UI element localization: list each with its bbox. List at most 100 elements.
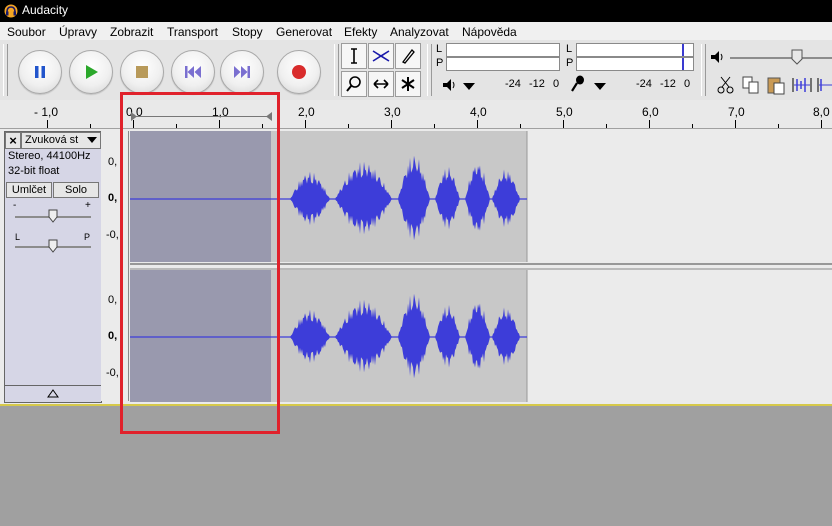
- menu-zobrazit[interactable]: Zobrazit: [110, 25, 153, 39]
- chevron-down-icon: [87, 137, 97, 143]
- play-meter-right[interactable]: [446, 57, 560, 71]
- ruler-tick: [477, 120, 478, 128]
- ruler-tick: [305, 120, 306, 128]
- rec-meter-right-label: P: [566, 57, 574, 69]
- menu-soubor[interactable]: Soubor: [7, 25, 46, 39]
- track-format-rate: Stereo, 44100Hz: [8, 150, 91, 162]
- play-meter-left[interactable]: [446, 43, 560, 57]
- mute-button[interactable]: Umlčet: [6, 182, 52, 198]
- skip-to-end-button[interactable]: [220, 50, 264, 94]
- divider: [5, 385, 101, 386]
- zoom-tool[interactable]: [341, 71, 367, 97]
- clip-marker: [682, 44, 684, 56]
- collapse-track-icon[interactable]: [47, 389, 59, 398]
- ruler-label: 2,0: [298, 105, 315, 119]
- menu-stopy[interactable]: Stopy: [232, 25, 263, 39]
- toolbar-grip[interactable]: [427, 44, 432, 96]
- scale-label: 0,: [108, 330, 118, 342]
- draw-tool[interactable]: [395, 43, 421, 69]
- ruler-label: 6,0: [642, 105, 659, 119]
- audacity-logo-icon: [4, 4, 18, 18]
- paste-icon[interactable]: [766, 75, 786, 95]
- track-name: Zvuková st: [25, 134, 79, 146]
- multi-tool[interactable]: [395, 71, 421, 97]
- track-name-menu[interactable]: Zvuková st: [21, 132, 101, 149]
- ruler-label: 8,0: [813, 105, 830, 119]
- pencil-icon: [402, 49, 415, 64]
- output-volume-slider[interactable]: [730, 57, 832, 59]
- play-scale-label: -12: [529, 78, 545, 90]
- rec-meter-left[interactable]: [576, 43, 694, 57]
- rec-meter-right[interactable]: [576, 57, 694, 71]
- ruler-label: - 1,0: [34, 105, 59, 119]
- toolbar-grip[interactable]: [3, 44, 8, 96]
- scale-label: -0,: [106, 229, 119, 241]
- gain-minus-label: -: [13, 200, 17, 211]
- selection-tool[interactable]: [341, 43, 367, 69]
- menu-upravy[interactable]: Úpravy: [59, 25, 97, 39]
- output-volume-icon: [711, 51, 723, 63]
- scale-label: 0,: [108, 192, 118, 204]
- skip-to-start-icon: [185, 66, 201, 78]
- pan-thumb-icon[interactable]: [48, 239, 58, 253]
- play-scale-label: 0: [553, 78, 560, 90]
- copy-icon[interactable]: [741, 75, 761, 95]
- rec-meter-dropdown-icon[interactable]: [594, 83, 606, 91]
- play-button[interactable]: [69, 50, 113, 94]
- pan-right-label: P: [84, 232, 91, 242]
- ruler-tick: [563, 120, 564, 128]
- ruler-label: 7,0: [728, 105, 745, 119]
- microphone-icon[interactable]: [570, 75, 586, 93]
- i-beam-icon: [351, 48, 357, 64]
- rec-meter-left-label: L: [566, 43, 573, 55]
- pause-button[interactable]: [18, 50, 62, 94]
- envelope-icon: [372, 50, 390, 62]
- skip-to-end-icon: [234, 66, 250, 78]
- stop-icon: [136, 66, 148, 78]
- menu-transport[interactable]: Transport: [167, 25, 218, 39]
- play-meter-left-label: L: [436, 43, 443, 55]
- window-title: Audacity: [22, 3, 69, 17]
- scissors-icon[interactable]: [716, 75, 736, 95]
- ruler-tick: [821, 120, 822, 128]
- menu-bar: Soubor Úpravy Zobrazit Transport Stopy G…: [0, 22, 832, 41]
- asterisk-icon: [401, 77, 415, 91]
- highlight-box: [120, 92, 280, 434]
- envelope-tool[interactable]: [368, 43, 394, 69]
- trim-icon[interactable]: [792, 75, 812, 95]
- menu-efekty[interactable]: Efekty: [344, 25, 377, 39]
- magnifier-icon: [346, 76, 361, 92]
- menu-analyzovat[interactable]: Analyzovat: [390, 25, 449, 39]
- menu-generovat[interactable]: Generovat: [276, 25, 332, 39]
- ruler-tick: [391, 120, 392, 128]
- gain-thumb-icon[interactable]: [48, 209, 58, 223]
- clip-marker: [682, 58, 684, 70]
- skip-to-start-button[interactable]: [171, 50, 215, 94]
- speaker-icon[interactable]: [442, 78, 458, 92]
- silence-icon[interactable]: [817, 75, 832, 95]
- ruler-tick: [649, 120, 650, 128]
- title-bar: [0, 0, 832, 22]
- ruler-label: 4,0: [470, 105, 487, 119]
- rec-scale-label: -24: [636, 78, 652, 90]
- ruler-label: 3,0: [384, 105, 401, 119]
- close-icon: ×: [9, 133, 17, 148]
- record-icon: [292, 65, 306, 79]
- play-meter-dropdown-icon[interactable]: [463, 83, 475, 91]
- menu-napoveda[interactable]: Nápověda: [462, 25, 517, 39]
- track-control-panel: × Zvuková st Stereo, 44100Hz 32-bit floa…: [4, 131, 102, 403]
- toolbar-grip[interactable]: [701, 44, 706, 96]
- play-meter-right-label: P: [436, 57, 444, 69]
- ruler-tick: [47, 120, 48, 128]
- slider-thumb-icon[interactable]: [791, 49, 803, 65]
- scale-label: -0,: [106, 367, 119, 379]
- record-button[interactable]: [277, 50, 321, 94]
- play-icon: [86, 65, 98, 79]
- stop-button[interactable]: [120, 50, 164, 94]
- gain-plus-label: +: [85, 200, 91, 211]
- close-track-button[interactable]: ×: [5, 132, 21, 149]
- toolbar-grip[interactable]: [334, 44, 339, 96]
- solo-button[interactable]: Solo: [53, 182, 99, 198]
- time-shift-tool[interactable]: [368, 71, 394, 97]
- pause-icon: [35, 66, 45, 78]
